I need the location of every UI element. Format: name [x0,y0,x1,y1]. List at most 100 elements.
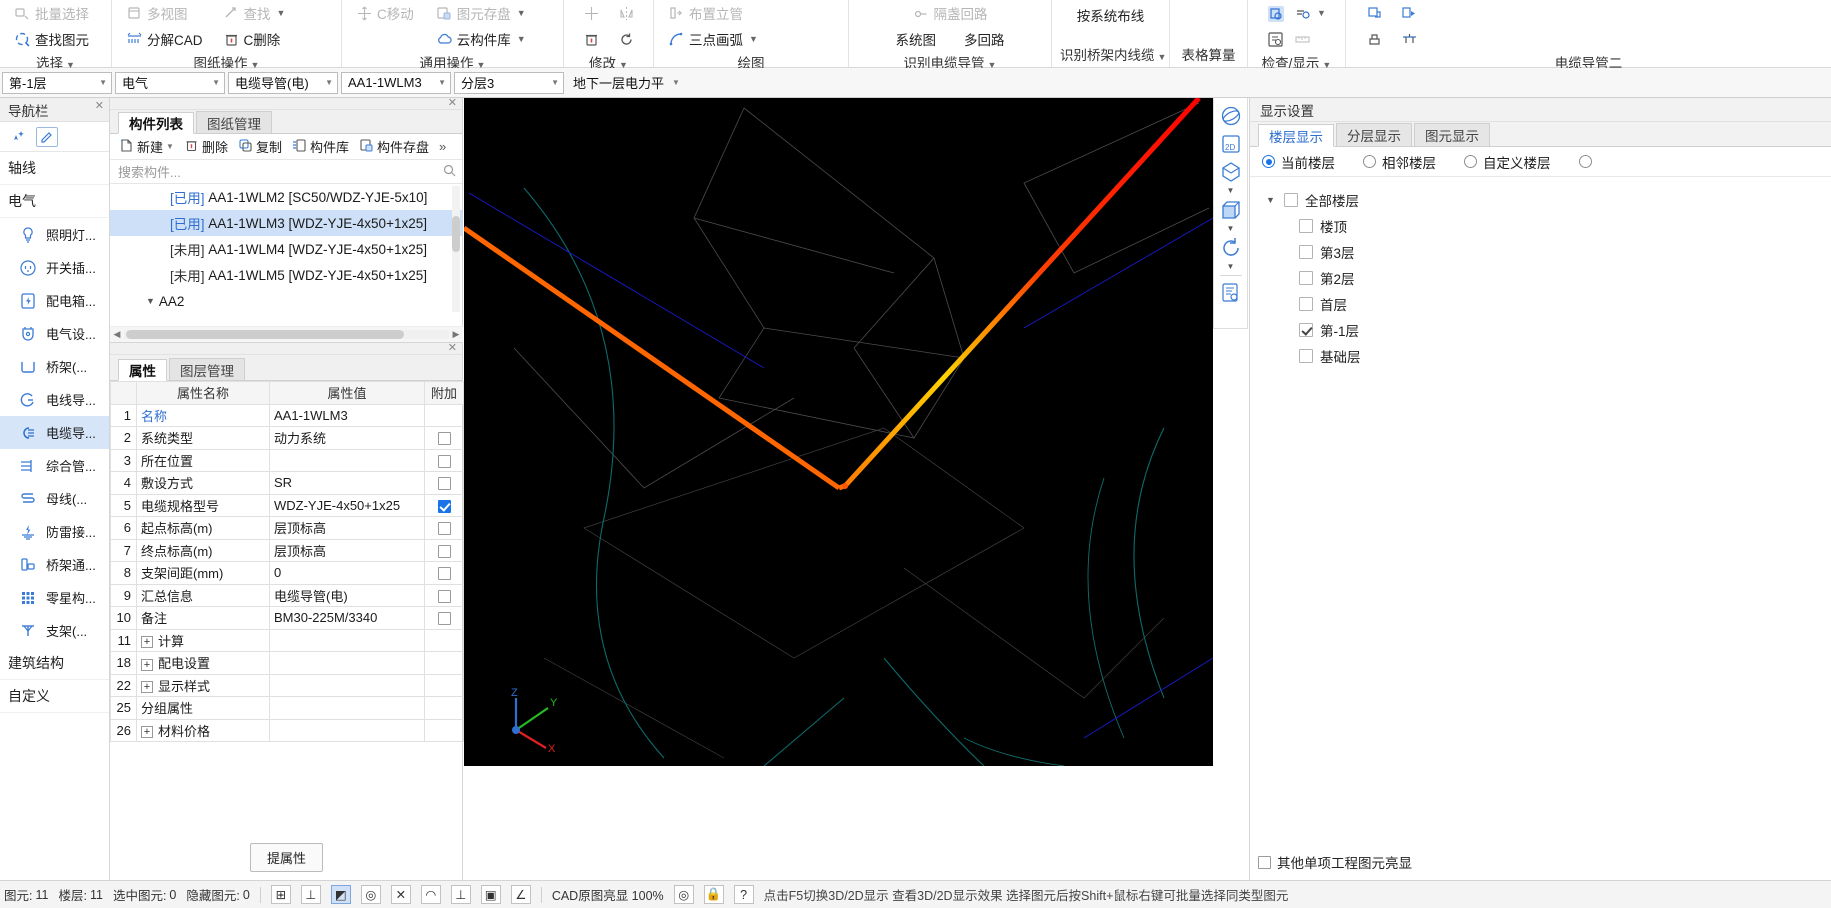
status-cad-highlight[interactable]: CAD原图亮显 100% [552,885,664,904]
close-icon[interactable]: ✕ [448,96,457,109]
tree-node-basement1[interactable]: 第-1层 [1266,317,1831,343]
sidebar-item-cable-conduit[interactable]: 电缆导... [0,416,109,449]
radio-extra-option[interactable] [1578,155,1592,168]
table-row[interactable]: 10 备注 BM30-225M/3340 [110,606,464,630]
tree-node-floor1[interactable]: 首层 [1266,291,1831,317]
conduit-paste-button[interactable] [1399,0,1420,26]
attach-checkbox[interactable] [437,612,451,626]
system-diagram-button[interactable]: 系统图 [890,26,943,52]
modify-rotate-button[interactable] [616,26,637,52]
scrollbar-thumb[interactable] [452,216,460,252]
model-3d-viewport[interactable]: Z Y X [464,98,1213,766]
tree-node-roof[interactable]: 楼顶 [1266,213,1831,239]
close-icon[interactable]: ✕ [95,99,104,112]
component-list[interactable]: [已用] AA1-1WLM2 [SC50/WDZ-YJE-5x10] [已用] … [110,184,462,314]
tab-drawing-management[interactable]: 图纸管理 [196,111,272,133]
batch-select-button[interactable]: 批量选择 [8,0,95,26]
table-row[interactable]: 9 汇总信息 电缆导管(电) [110,583,464,607]
save-element-button[interactable]: 图元存盘 ▼ [430,0,532,26]
table-row[interactable]: 26 + 材料价格 [110,718,464,742]
scroll-right-icon[interactable]: ▶ [449,329,463,340]
sidebar-category-axis[interactable]: 轴线 [0,152,109,185]
tab-element-display[interactable]: 图元显示 [1414,123,1490,146]
list-item[interactable]: [已用] AA1-1WLM3 [WDZ-YJE-4x50+1x25] [110,210,462,236]
expand-icon[interactable]: + [141,636,153,649]
extend-snap-icon[interactable]: ∠ [510,885,531,904]
radio-adjacent-floor[interactable] [1363,155,1376,168]
list-item[interactable]: [未用] AA1-1WLM5 [WDZ-YJE-4x50+1x25] [110,262,462,288]
extract-properties-button[interactable]: 提属性 [249,843,323,872]
chevron-down-icon[interactable]: ▼ [1227,186,1235,196]
discipline-selector[interactable]: 电气 ▼ [115,71,225,94]
attach-checkbox[interactable] [437,544,451,558]
riser-button[interactable]: 布置立管 [662,0,764,26]
support-button[interactable] [1399,26,1420,52]
chevron-down-icon[interactable]: ▼ [1227,262,1235,272]
sparkle-add-icon[interactable] [8,127,30,147]
close-icon[interactable]: ✕ [448,341,457,354]
list-item[interactable]: [已用] AA1-1WLM2 [SC50/WDZ-YJE-5x10] [110,184,462,210]
attach-checkbox[interactable] [437,589,451,603]
search-drawing-button[interactable]: 查找 ▼ [217,0,292,26]
check-element-button[interactable] [1265,0,1286,26]
table-row[interactable]: 22 + 显示样式 [110,673,464,697]
floor-checkbox[interactable] [1299,219,1313,233]
tab-layer-management[interactable]: 图层管理 [169,358,245,380]
table-row[interactable]: 6 起点标高(m) 层顶标高 [110,516,464,540]
sidebar-item-busbar[interactable]: 母线(... [0,482,109,515]
drawing-selector[interactable]: 地下一层电力平 ▼ [567,72,680,94]
ribbon-group-title-identify-tray-cable[interactable]: 识别桥架内线缆 ▼ [1060,44,1166,67]
chevron-down-icon[interactable]: ▼ [1227,224,1235,234]
toolbar-overflow-button[interactable]: » [435,139,450,154]
table-row[interactable]: 8 支架间距(mm) 0 [110,561,464,585]
copy-component-button[interactable]: 复制 [234,135,286,158]
delete-c-button[interactable]: C删除 [217,26,292,52]
sidebar-item-composite-pipe[interactable]: 综合管... [0,449,109,482]
sidebar-category-structure[interactable]: 建筑结构 [0,647,109,680]
show-eye-button[interactable]: ▼ [1292,0,1328,26]
scrollbar-thumb[interactable] [126,330,404,339]
attach-checkbox[interactable] [437,477,451,491]
intersect-snap-icon[interactable]: ✕ [390,885,411,904]
tangent-snap-icon[interactable]: ◠ [420,885,441,904]
view-settings-icon[interactable] [1217,279,1245,307]
floor-checkbox[interactable] [1299,297,1313,311]
expand-icon[interactable]: + [141,726,153,739]
floor-checkbox[interactable] [1299,349,1313,363]
nearest-snap-icon[interactable]: ▣ [480,885,501,904]
attach-checkbox[interactable] [437,454,451,468]
hscroll-track[interactable] [124,330,449,339]
tab-properties[interactable]: 属性 [118,359,167,381]
new-component-button[interactable]: 新建 ▼ [115,135,178,158]
sidebar-item-switch-socket[interactable]: 开关插... [0,251,109,284]
iso-view-icon[interactable] [1217,158,1245,186]
perp-snap-icon[interactable]: ⊥ [450,885,471,904]
search-component-input[interactable]: 搜索构件... [110,160,462,184]
tree-node-all-floors[interactable]: ▼ 全部楼层 [1266,187,1831,213]
sidebar-item-wire-conduit[interactable]: 电线导... [0,383,109,416]
attach-checkbox[interactable] [437,432,451,446]
all-floors-checkbox[interactable] [1284,193,1298,207]
sidebar-category-custom[interactable]: 自定义 [0,680,109,713]
floor-selector[interactable]: 第-1层 ▼ [2,71,112,94]
tree-node-floor2[interactable]: 第2层 [1266,265,1831,291]
list-item[interactable]: [未用] AA1-1WLM4 [WDZ-YJE-4x50+1x25] [110,236,462,262]
box-view-icon[interactable] [1217,196,1245,224]
orbit-view-icon[interactable] [1217,102,1245,130]
tree-node-foundation[interactable]: 基础层 [1266,343,1831,369]
sidebar-item-lighting[interactable]: 照明灯... [0,218,109,251]
sidebar-item-electrical-device[interactable]: 电气设... [0,317,109,350]
sidebar-item-lightning-ground[interactable]: 防雷接... [0,515,109,548]
expand-icon[interactable]: + [141,681,153,694]
modify-mirror-button[interactable] [616,0,637,26]
find-element-button[interactable]: 查找图元 [8,26,95,52]
attach-checkbox[interactable] [437,499,451,513]
ribbon-group-title-table-qty[interactable]: 表格算量 [1178,44,1239,67]
floor-checkbox[interactable] [1299,245,1313,259]
table-row[interactable]: 7 终点标高(m) 层顶标高 [110,538,464,562]
table-row[interactable]: 4 敷设方式 SR [110,471,464,495]
tab-component-list[interactable]: 构件列表 [118,112,194,134]
table-row[interactable]: 11 + 计算 [110,628,464,652]
brush-button[interactable] [1364,26,1385,52]
other-project-highlight-checkbox[interactable] [1258,855,1271,869]
